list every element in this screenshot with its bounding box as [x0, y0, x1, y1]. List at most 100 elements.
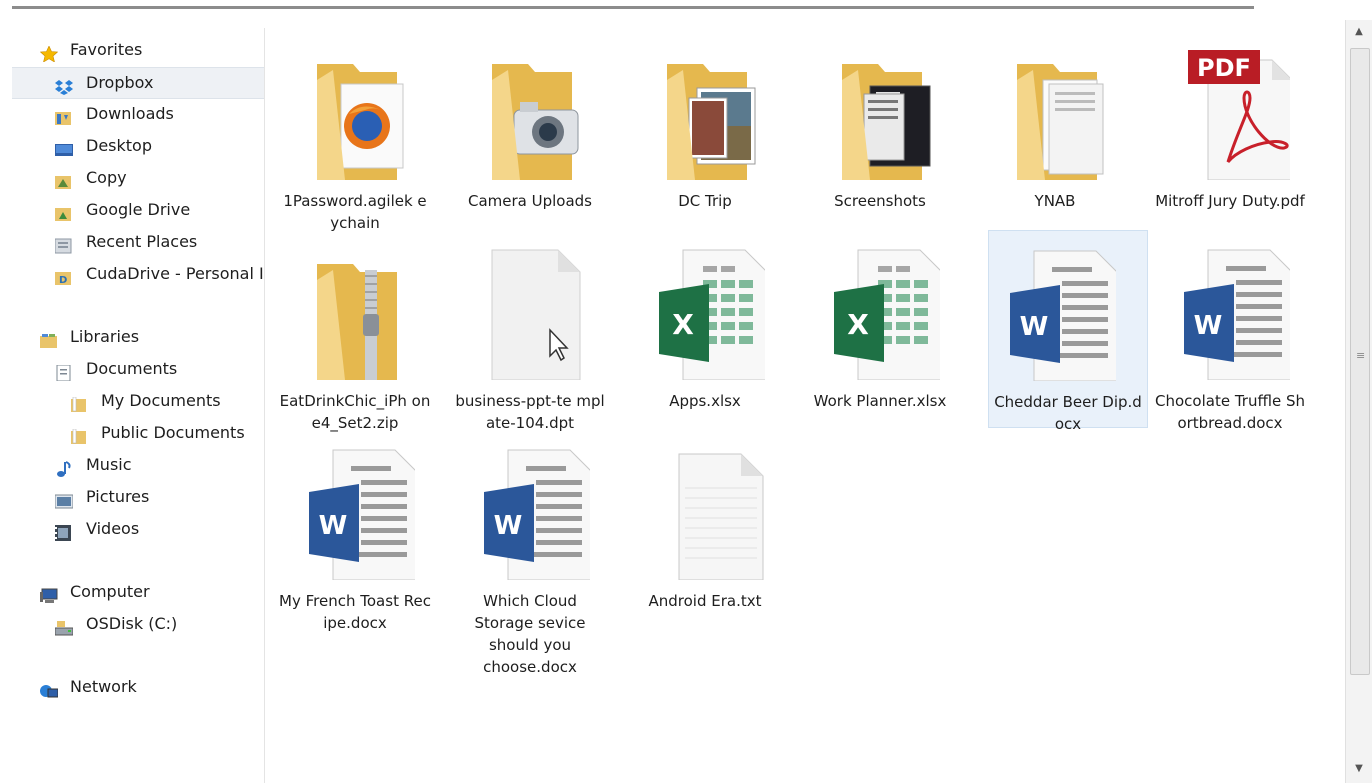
nav-google-drive[interactable]: Google Drive [55, 195, 264, 225]
nav-computer[interactable]: Computer [36, 577, 264, 607]
zip-folder-icon [305, 240, 415, 380]
word-badge: W [1020, 312, 1049, 342]
music-icon [55, 457, 73, 477]
star-icon [39, 42, 59, 63]
file-which-cloud-storage[interactable]: W Which Cloud Storage sevice should you … [450, 430, 610, 690]
text-file-icon [655, 440, 765, 581]
excel-file-icon: X [655, 240, 768, 381]
nav-cudadrive-label: CudaDrive - Personal I [86, 264, 264, 283]
word-badge: W [319, 511, 348, 541]
recent-places-icon [55, 234, 73, 254]
file-name: Which Cloud Storage sevice should you ch… [474, 592, 586, 676]
scroll-thumb[interactable]: ≡ [1350, 48, 1370, 675]
file-name: My French Toast Recipe.docx [279, 592, 431, 632]
file-french-toast[interactable]: W My French Toast Recipe.docx [275, 430, 435, 680]
folder-docs-icon [1005, 40, 1115, 180]
nav-pictures-label: Pictures [86, 487, 150, 506]
file-dc-trip[interactable]: DC Trip [625, 30, 785, 228]
word-file-icon: W [1180, 240, 1293, 381]
file-screenshots[interactable]: Screenshots [800, 30, 960, 228]
desktop-icon [55, 138, 73, 156]
nav-copy[interactable]: Copy [55, 163, 264, 193]
nav-favorites[interactable]: Favorites [36, 35, 264, 65]
nav-network[interactable]: Network [36, 672, 264, 702]
disk-icon [55, 616, 74, 636]
folder-photos-icon [655, 40, 765, 180]
file-name: Android Era.txt [648, 592, 762, 610]
folder-screens-icon [830, 40, 940, 180]
file-business-ppt[interactable]: business-ppt-te mplate-104.dpt [450, 230, 610, 432]
nav-music-label: Music [86, 455, 132, 474]
file-android-era-txt[interactable]: Android Era.txt [625, 430, 785, 628]
file-mitroff-pdf[interactable]: PDF Mitroff Jury Duty.pdf [1150, 30, 1310, 228]
scroll-down-arrow-icon[interactable]: ▼ [1346, 763, 1372, 781]
folder-icon [71, 425, 89, 444]
file-name: Mitroff Jury Duty.pdf [1155, 192, 1305, 210]
nav-dropbox-label: Dropbox [86, 73, 154, 92]
nav-desktop[interactable]: Desktop [55, 131, 264, 161]
copy-folder-icon [55, 170, 73, 189]
nav-videos[interactable]: Videos [55, 514, 264, 544]
nav-osdisk[interactable]: OSDisk (C:) [55, 609, 264, 639]
nav-google-drive-label: Google Drive [86, 200, 191, 219]
pdf-badge: PDF [1197, 54, 1251, 82]
folder-firefox-icon [305, 40, 415, 180]
nav-my-documents-label: My Documents [101, 391, 221, 410]
nav-libraries-label: Libraries [70, 327, 140, 346]
grip-icon: ≡ [1356, 349, 1366, 362]
file-name: EatDrinkChic_iPh one4_Set2.zip [279, 392, 431, 432]
nav-desktop-label: Desktop [86, 136, 152, 155]
google-drive-folder-icon [55, 202, 73, 221]
file-name: Camera Uploads [467, 192, 592, 210]
file-1password[interactable]: 1Password.agilek eychain [275, 30, 435, 232]
libraries-icon [40, 329, 58, 348]
file-name: business-ppt-te mplate-104.dpt [455, 392, 605, 432]
file-list-pane: 1Password.agilek eychain Camera Uploads [265, 20, 1345, 783]
file-name: Cheddar Beer Dip.docx [994, 393, 1142, 433]
file-name: DC Trip [678, 192, 732, 210]
nav-cudadrive[interactable]: D CudaDrive - Personal I [55, 259, 264, 289]
svg-text:D: D [59, 275, 67, 286]
nav-documents-label: Documents [86, 359, 178, 378]
nav-downloads-label: Downloads [86, 104, 174, 123]
nav-favorites-label: Favorites [70, 40, 143, 59]
file-name: YNAB [1034, 192, 1076, 210]
scroll-up-arrow-icon[interactable]: ▲ [1346, 26, 1372, 44]
excel-file-icon: X [830, 240, 943, 381]
nav-copy-label: Copy [86, 168, 127, 187]
dropbox-icon [55, 75, 73, 95]
file-camera-uploads[interactable]: Camera Uploads [450, 30, 610, 228]
nav-dropbox[interactable]: Dropbox [12, 67, 264, 99]
blank-file-icon [480, 240, 590, 381]
nav-public-documents[interactable]: Public Documents [71, 418, 264, 448]
file-chocolate-truffle[interactable]: W Chocolate Truffle Shortbread.docx [1150, 230, 1310, 432]
nav-libraries[interactable]: Libraries [36, 322, 264, 352]
folder-icon [71, 393, 89, 412]
computer-icon [40, 584, 58, 603]
nav-recent-places[interactable]: Recent Places [55, 227, 264, 257]
word-file-icon: W [305, 440, 418, 581]
nav-recent-places-label: Recent Places [86, 232, 198, 251]
file-work-planner-xlsx[interactable]: X Work Planner.xlsx [800, 230, 960, 428]
pictures-icon [55, 489, 74, 509]
folder-camera-icon [480, 40, 590, 180]
file-apps-xlsx[interactable]: X Apps.xlsx [625, 230, 785, 428]
nav-my-documents[interactable]: My Documents [71, 386, 264, 416]
word-badge: W [494, 511, 523, 541]
word-file-icon: W [1006, 241, 1119, 382]
pdf-file-icon: PDF [1180, 40, 1293, 181]
documents-icon [55, 361, 73, 382]
file-cheddar-beer-dip[interactable]: W Cheddar Beer Dip.docx [988, 230, 1148, 433]
videos-icon [55, 521, 73, 541]
file-name: Chocolate Truffle Shortbread.docx [1155, 392, 1305, 432]
nav-pictures[interactable]: Pictures [55, 482, 264, 512]
nav-music[interactable]: Music [55, 450, 264, 480]
nav-osdisk-label: OSDisk (C:) [86, 614, 178, 633]
nav-network-label: Network [70, 677, 137, 696]
nav-downloads[interactable]: Downloads [55, 99, 264, 129]
network-icon [40, 679, 59, 698]
nav-documents[interactable]: Documents [55, 354, 264, 384]
file-eatdrinkchic-zip[interactable]: EatDrinkChic_iPh one4_Set2.zip [275, 230, 435, 432]
vertical-scrollbar[interactable]: ▲ ≡ ▼ [1345, 20, 1372, 783]
file-ynab[interactable]: YNAB [975, 30, 1135, 228]
